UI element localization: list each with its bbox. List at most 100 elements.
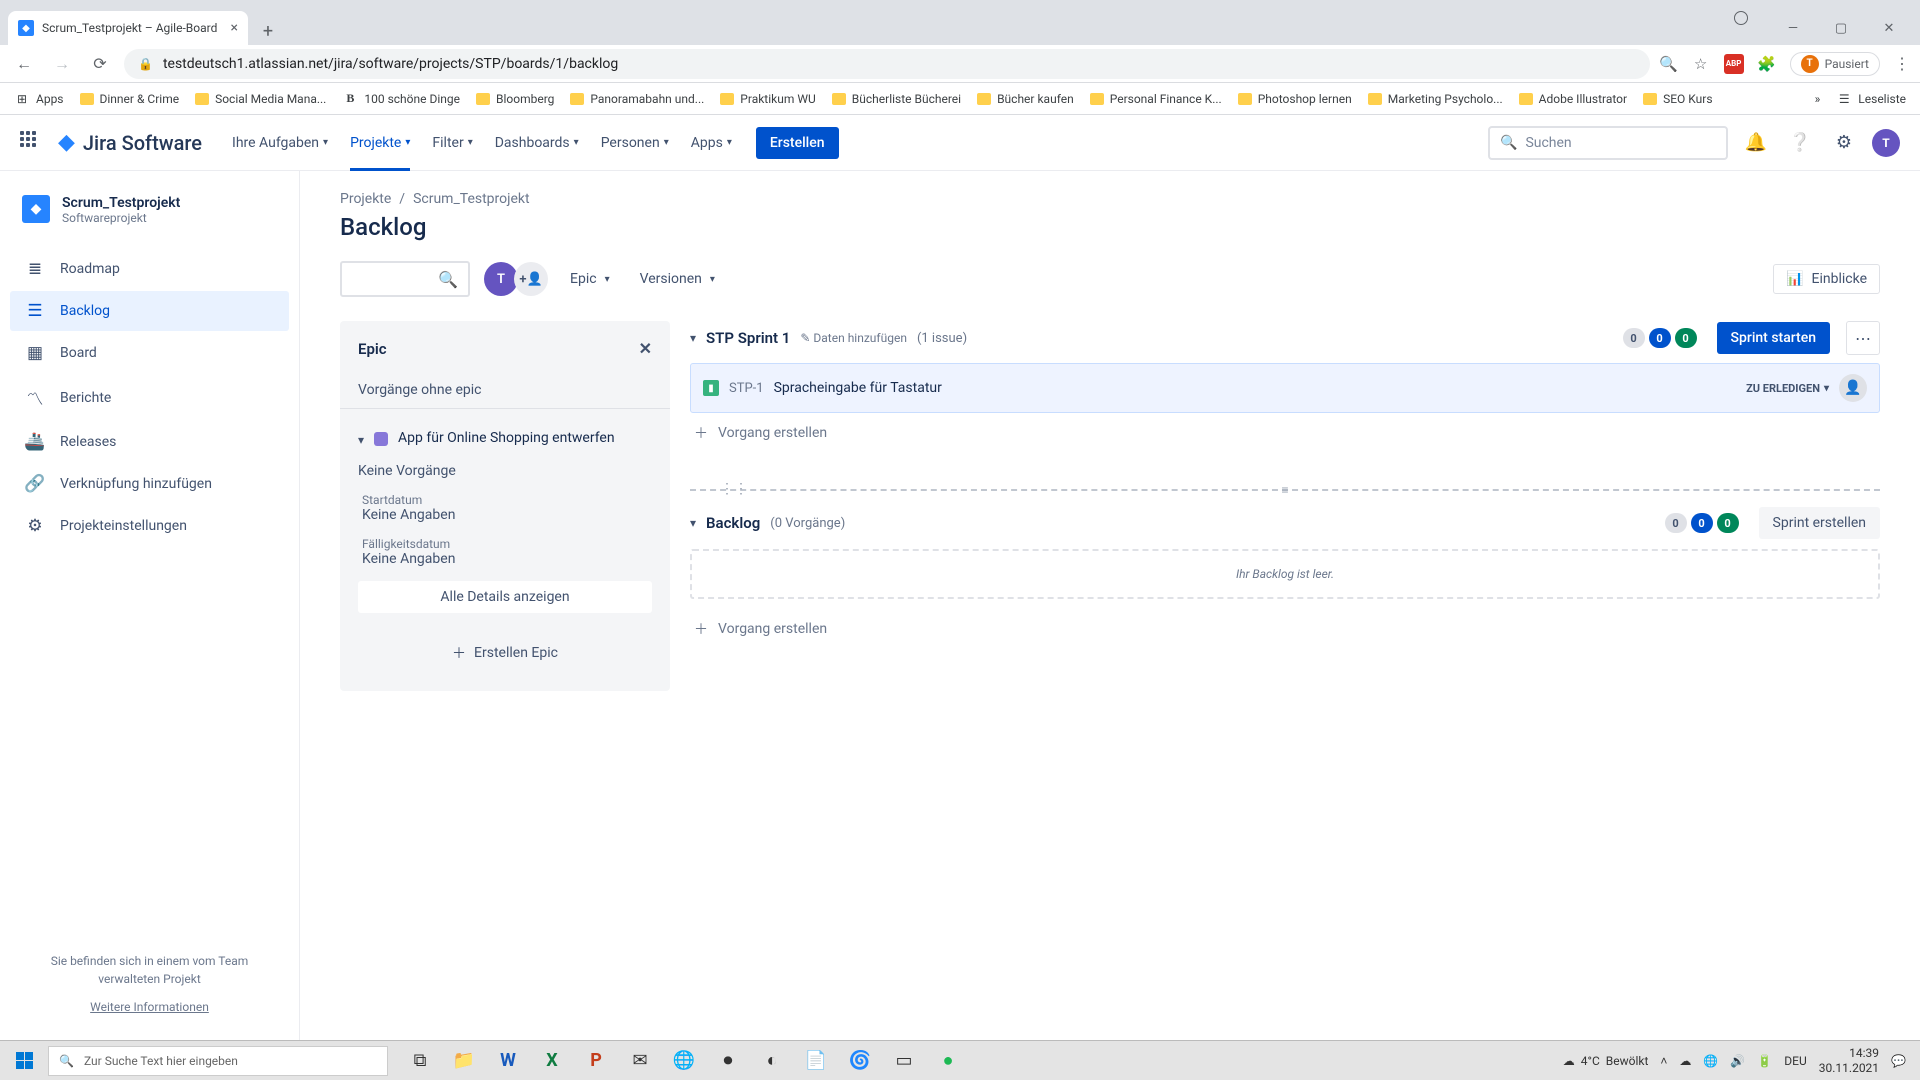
powerpoint-icon[interactable]: P	[574, 1041, 618, 1081]
show-all-details-button[interactable]: Alle Details anzeigen	[358, 581, 652, 613]
issue-status-dropdown[interactable]: ZU ERLEDIGEN ▾	[1746, 382, 1829, 395]
nav-back-icon[interactable]: ←	[10, 50, 38, 78]
notifications-icon[interactable]: 🔔	[1740, 127, 1772, 159]
language-indicator[interactable]: DEU	[1784, 1054, 1806, 1068]
nav-your-work[interactable]: Ihre Aufgaben▾	[224, 115, 336, 171]
sidebar-item-releases[interactable]: 🚢Releases	[10, 422, 289, 462]
avatar-user[interactable]: T	[484, 262, 518, 296]
notifications-icon[interactable]: 💬	[1891, 1054, 1906, 1068]
volume-icon[interactable]: 🔊	[1730, 1054, 1745, 1068]
settings-gear-icon[interactable]: ⚙	[1828, 127, 1860, 159]
create-issue-inline[interactable]: ＋Vorgang erstellen	[690, 413, 1880, 453]
word-icon[interactable]: W	[486, 1041, 530, 1081]
nav-reload-icon[interactable]: ⟳	[86, 50, 114, 78]
bookmark-item[interactable]: Bücherliste Bücherei	[832, 92, 961, 106]
create-button[interactable]: Erstellen	[756, 127, 839, 159]
section-divider[interactable]: ⋮⋮ ≡	[690, 489, 1880, 491]
tray-chevron-icon[interactable]: ˄	[1660, 1054, 1667, 1068]
nav-projects[interactable]: Projekte▾	[342, 115, 418, 171]
bookmark-item[interactable]: SEO Kurs	[1643, 92, 1712, 106]
resize-handle-icon[interactable]: ≡	[1273, 483, 1297, 499]
global-search-input[interactable]: 🔍 Suchen	[1488, 126, 1728, 160]
insights-button[interactable]: 📊Einblicke	[1773, 264, 1880, 294]
bookmark-star-icon[interactable]: ☆	[1692, 55, 1710, 73]
sidebar-footer-link[interactable]: Weitere Informationen	[26, 998, 273, 1016]
sidebar-item-backlog[interactable]: ☰Backlog	[10, 291, 289, 331]
assignee-filter[interactable]: T +👤	[484, 262, 548, 296]
chevron-down-icon[interactable]: ▾	[690, 331, 696, 345]
jira-logo[interactable]: ◆Jira Software	[58, 130, 202, 155]
new-tab-button[interactable]: +	[254, 17, 282, 45]
app-switcher-icon[interactable]	[20, 131, 44, 155]
sidebar-item-add-link[interactable]: 🔗Verknüpfung hinzufügen	[10, 464, 289, 504]
task-view-icon[interactable]: ⧉	[398, 1041, 442, 1081]
taskbar-clock[interactable]: 14:39 30.11.2021	[1819, 1046, 1879, 1075]
obs-icon[interactable]: ⏺	[706, 1041, 750, 1081]
file-explorer-icon[interactable]: 📁	[442, 1041, 486, 1081]
board-search-input[interactable]: 🔍	[340, 261, 470, 297]
epic-filter-dropdown[interactable]: Epic▾	[562, 262, 618, 296]
zoom-icon[interactable]: 🔍	[1660, 55, 1678, 73]
user-avatar[interactable]: T	[1872, 129, 1900, 157]
battery-icon[interactable]: 🔋	[1757, 1054, 1772, 1068]
nav-dashboards[interactable]: Dashboards▾	[487, 115, 587, 171]
profile-paused-chip[interactable]: T Pausiert	[1790, 52, 1880, 76]
account-circle-icon[interactable]	[1734, 11, 1748, 25]
window-minimize[interactable]: —	[1770, 11, 1816, 45]
breadcrumb-item[interactable]: Scrum_Testprojekt	[413, 191, 530, 207]
pill-done[interactable]: 0	[1717, 513, 1739, 533]
sprint-more-menu[interactable]: ⋯	[1846, 321, 1880, 355]
help-icon[interactable]: ❔	[1784, 127, 1816, 159]
create-issue-inline[interactable]: ＋Vorgang erstellen	[690, 609, 1880, 649]
chevron-down-icon[interactable]: ▾	[690, 516, 696, 530]
nav-apps[interactable]: Apps▾	[683, 115, 740, 171]
issues-without-epic[interactable]: Vorgänge ohne epic	[340, 372, 670, 409]
sidebar-item-roadmap[interactable]: ≣Roadmap	[10, 249, 289, 289]
browser-menu-icon[interactable]: ⋮	[1894, 54, 1910, 73]
mail-icon[interactable]: ✉	[618, 1041, 662, 1081]
bookmark-item[interactable]: Bücher kaufen	[977, 92, 1074, 106]
bookmark-item[interactable]: B100 schöne Dinge	[342, 91, 460, 107]
bookmark-item[interactable]: Adobe Illustrator	[1519, 92, 1627, 106]
window-close[interactable]: ✕	[1866, 11, 1912, 45]
create-sprint-button[interactable]: Sprint erstellen	[1759, 507, 1880, 539]
extensions-puzzle-icon[interactable]: 🧩	[1758, 55, 1776, 73]
sidebar-item-reports[interactable]: 〽Berichte	[10, 375, 289, 420]
bookmark-item[interactable]: Panoramabahn und...	[570, 92, 704, 106]
sidebar-item-board[interactable]: ▦Board	[10, 333, 289, 373]
bookmarks-overflow[interactable]: »	[1815, 92, 1821, 106]
pill-inprogress[interactable]: 0	[1691, 513, 1713, 533]
bookmark-item[interactable]: Bloomberg	[476, 92, 554, 106]
app-icon[interactable]: ◐	[750, 1041, 794, 1081]
bookmark-item[interactable]: Dinner & Crime	[80, 92, 180, 106]
unassigned-avatar-icon[interactable]: 👤	[1839, 374, 1867, 402]
sidebar-item-settings[interactable]: ⚙Projekteinstellungen	[10, 506, 289, 546]
add-dates-link[interactable]: ✎ Daten hinzufügen	[800, 331, 907, 345]
browser-tab-active[interactable]: Scrum_Testprojekt – Agile-Board ×	[8, 11, 248, 45]
weather-widget[interactable]: ☁ 4°C Bewölkt	[1563, 1054, 1649, 1068]
start-button[interactable]	[0, 1041, 48, 1081]
grab-handle-icon[interactable]: ⋮⋮	[720, 481, 748, 497]
bookmark-item[interactable]: Personal Finance K...	[1090, 92, 1222, 106]
app-icon[interactable]: ▭	[882, 1041, 926, 1081]
excel-icon[interactable]: X	[530, 1041, 574, 1081]
nav-filters[interactable]: Filter▾	[424, 115, 480, 171]
bookmark-item[interactable]: Social Media Mana...	[195, 92, 326, 106]
versions-filter-dropdown[interactable]: Versionen▾	[632, 262, 723, 296]
pill-done[interactable]: 0	[1675, 328, 1697, 348]
abp-extension-icon[interactable]: ABP	[1724, 54, 1744, 74]
notepad-icon[interactable]: 📄	[794, 1041, 838, 1081]
close-icon[interactable]: ✕	[639, 339, 652, 358]
breadcrumb-item[interactable]: Projekte	[340, 191, 391, 207]
pill-todo[interactable]: 0	[1623, 328, 1645, 348]
avatar-add-icon[interactable]: +👤	[514, 262, 548, 296]
issue-row[interactable]: ▮ STP-1 Spracheingabe für Tastatur ZU ER…	[690, 363, 1880, 413]
reading-list[interactable]: ☰Leseliste	[1836, 91, 1906, 107]
create-epic-button[interactable]: ＋Erstellen Epic	[358, 633, 652, 673]
pill-todo[interactable]: 0	[1665, 513, 1687, 533]
issue-key[interactable]: STP-1	[729, 381, 764, 396]
network-icon[interactable]: 🌐	[1703, 1054, 1718, 1068]
chrome-icon[interactable]: 🌐	[662, 1041, 706, 1081]
bookmark-item[interactable]: Marketing Psycholo...	[1368, 92, 1503, 106]
project-header[interactable]: ◆ Scrum_Testprojekt Softwareprojekt	[10, 195, 289, 241]
